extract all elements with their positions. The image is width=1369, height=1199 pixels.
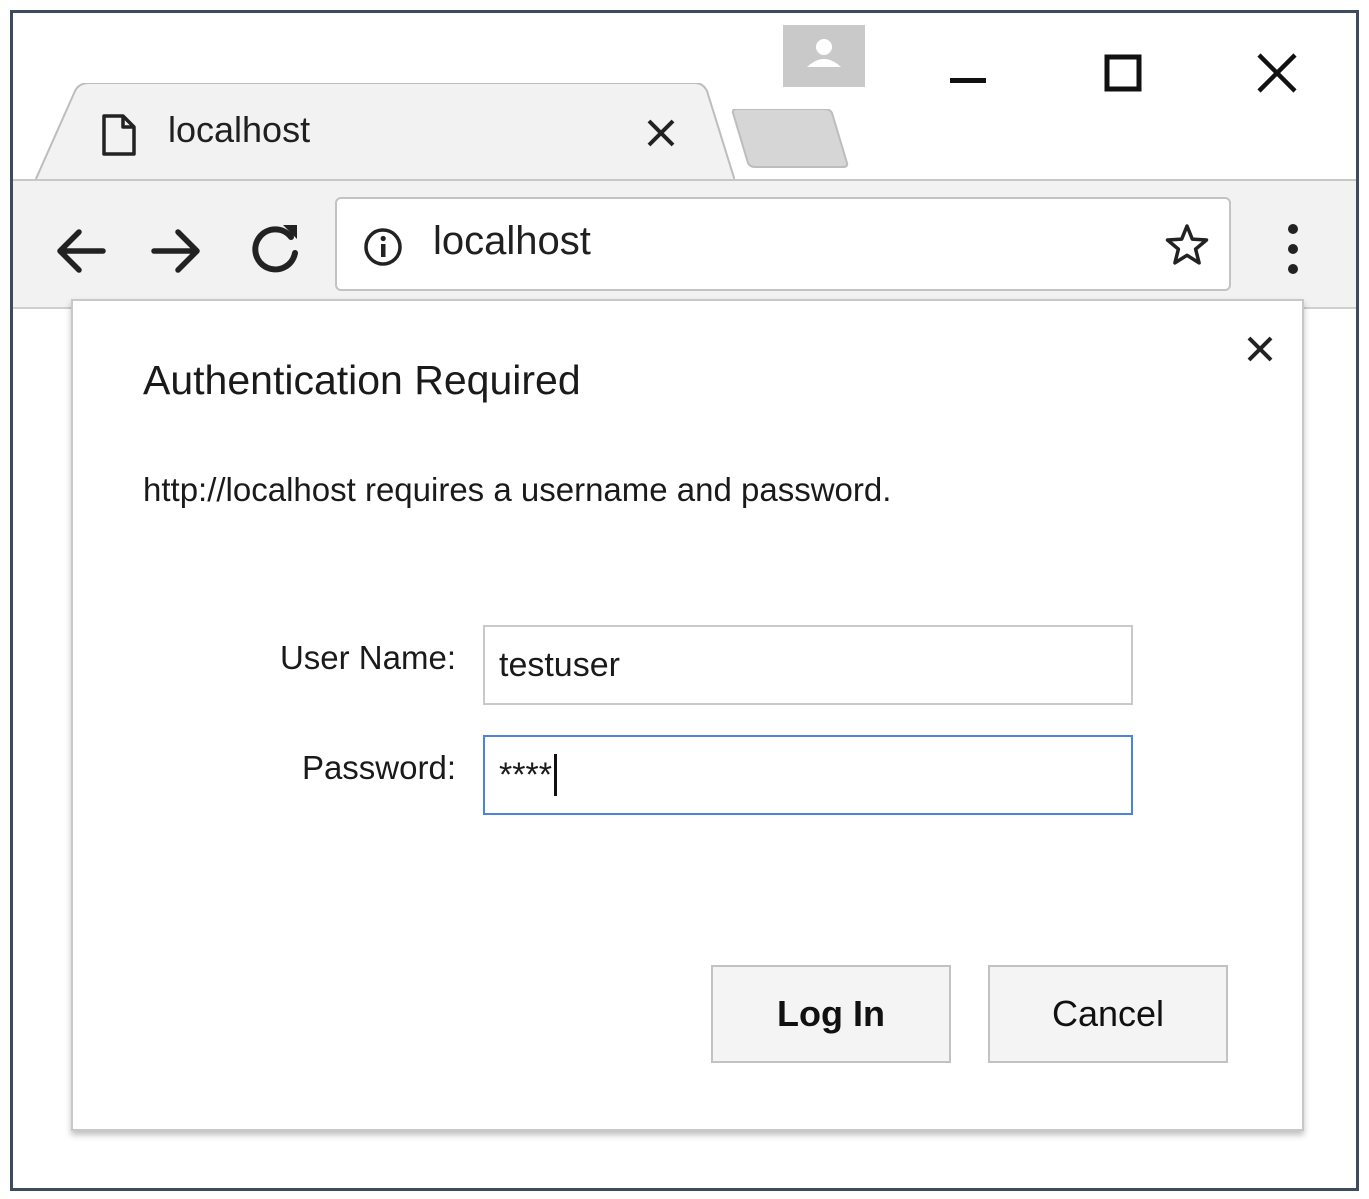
profile-icon [807,39,841,67]
arrow-left-icon[interactable] [53,223,109,283]
dialog-title: Authentication Required [143,357,581,403]
tab-localhost[interactable] [35,83,735,181]
password-label: Password: [301,749,456,786]
page-icon [101,113,137,161]
arrow-right-icon[interactable] [148,223,204,283]
reload-icon[interactable] [245,219,305,283]
minimize-icon[interactable] [948,58,988,102]
info-icon[interactable] [363,227,403,271]
username-label: User Name: [279,639,456,676]
dialog-message: http://localhost requires a username and… [143,471,892,508]
close-icon[interactable] [1246,335,1274,367]
password-value: **** [499,755,552,794]
address-bar[interactable]: localhost [335,197,1231,291]
address-text: localhost [433,219,591,263]
profile-button[interactable] [783,25,865,87]
text-caret [553,754,557,796]
password-field[interactable]: **** [483,735,1133,815]
username-field[interactable]: testuser [483,625,1133,705]
close-icon[interactable] [1255,51,1299,99]
auth-dialog: Authentication Required http://localhost… [71,299,1304,1131]
tab-title: localhost [168,109,311,150]
login-button[interactable]: Log In [711,965,951,1063]
close-icon[interactable] [645,117,677,153]
star-icon[interactable] [1165,223,1209,271]
browser-window: localhost localhost Authentication Requi… [10,10,1359,1191]
username-value: testuser [499,645,620,684]
title-bar: localhost [13,13,1356,181]
more-vert-icon[interactable] [1283,221,1303,281]
new-tab-button[interactable] [731,108,861,175]
maximize-icon[interactable] [1103,53,1143,97]
tab-shape [35,83,735,181]
cancel-button[interactable]: Cancel [988,965,1228,1063]
